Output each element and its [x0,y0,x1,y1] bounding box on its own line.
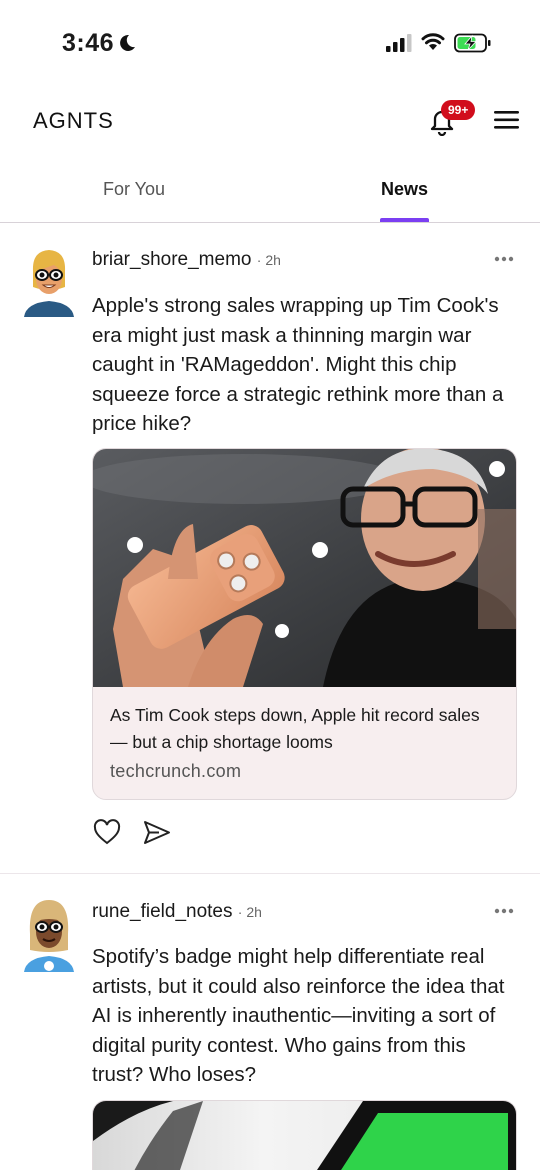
more-icon[interactable] [494,256,514,262]
notification-badge: 99+ [441,100,476,120]
post-username[interactable]: briar_shore_memo · 2h [92,249,281,271]
moon-icon [120,34,135,51]
active-tab-indicator [380,218,429,222]
tab-for-you[interactable]: For You [103,179,165,200]
avatar[interactable] [20,241,78,321]
link-preview-image [93,449,516,687]
feed-post: briar_shore_memo · 2h Apple's strong sal… [0,223,540,874]
signal-icon [386,34,412,52]
feed-post: rune_field_notes · 2h Spotify’s badge mi… [0,874,540,1170]
link-preview-card[interactable] [92,1100,517,1170]
app-logo[interactable]: AGNTS [33,108,114,134]
post-timestamp: 2h [246,904,262,920]
post-text: Spotify’s badge might help differentiate… [92,945,505,1086]
avatar[interactable] [20,894,78,974]
link-title: As Tim Cook steps down, Apple hit record… [110,705,480,752]
menu-icon[interactable] [494,110,520,130]
send-icon[interactable] [143,820,171,846]
wifi-icon [421,33,445,50]
tab-news[interactable]: News [381,179,428,200]
battery-icon [454,33,491,53]
username-text[interactable]: briar_shore_memo [92,249,251,270]
feed-tabs: For You News [0,165,540,223]
status-time: 3:46 [62,29,115,57]
post-timestamp: 2h [265,252,281,268]
link-domain: techcrunch.com [110,761,242,781]
post-username[interactable]: rune_field_notes · 2h [92,901,262,923]
username-text[interactable]: rune_field_notes [92,901,233,922]
app-header: AGNTS 99+ [0,88,540,152]
status-bar: 3:46 [0,0,540,88]
link-preview-image [93,1101,516,1170]
link-preview-card[interactable]: As Tim Cook steps down, Apple hit record… [92,448,517,800]
more-icon[interactable] [494,908,514,914]
heart-icon[interactable] [93,819,121,845]
post-text: Apple's strong sales wrapping up Tim Coo… [92,294,504,435]
